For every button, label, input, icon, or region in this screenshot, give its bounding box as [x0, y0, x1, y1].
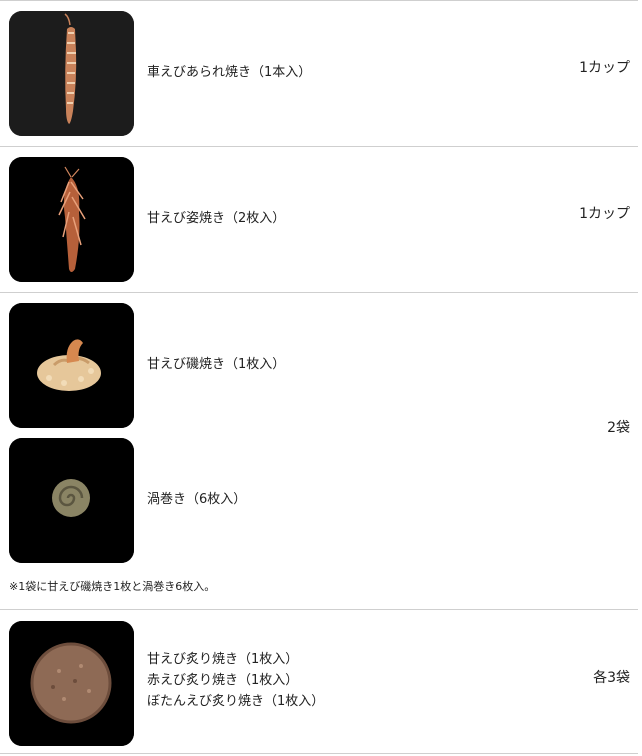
divider-bottom: [0, 753, 638, 754]
divider: [0, 292, 638, 293]
sweet-shrimp-iso-image: [9, 303, 134, 428]
product-quantity: 2袋: [607, 420, 630, 436]
product-quantity: 1カップ: [579, 206, 630, 222]
aburi-senbei-image: [9, 621, 134, 746]
product-quantity: 1カップ: [579, 60, 630, 76]
product-quantity: 各3袋: [593, 670, 630, 686]
package-note: ※1袋に甘えび磯焼き1枚と渦巻き6枚入。: [9, 580, 216, 593]
uzumaki-image: [9, 438, 134, 563]
divider: [0, 146, 638, 147]
sweet-shrimp-whole-image: [9, 157, 134, 282]
product-name: 赤えび炙り焼き（1枚入）: [147, 673, 299, 688]
product-name: 車えびあられ焼き（1本入）: [147, 65, 312, 80]
product-name: 甘えび炙り焼き（1枚入）: [147, 652, 299, 667]
divider-top: [0, 0, 638, 1]
divider: [0, 609, 638, 610]
product-name: ぼたんえび炙り焼き（1枚入）: [147, 694, 325, 709]
product-name: 甘えび磯焼き（1枚入）: [147, 357, 286, 372]
product-name: 渦巻き（6枚入）: [147, 492, 247, 507]
shrimp-arare-image: [9, 11, 134, 136]
product-name: 甘えび姿焼き（2枚入）: [147, 211, 286, 226]
